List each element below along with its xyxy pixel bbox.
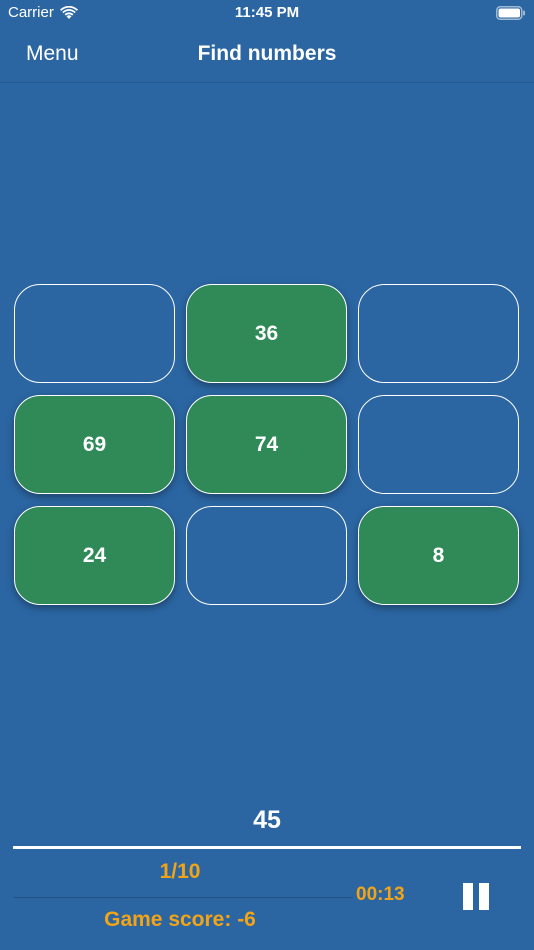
pause-icon	[479, 883, 489, 910]
pause-button[interactable]	[463, 883, 491, 911]
game-score: Game score: -6	[104, 908, 256, 931]
grid-cell[interactable]: 36	[186, 284, 347, 383]
target-number: 45	[253, 806, 281, 834]
divider	[13, 897, 353, 898]
grid-cell[interactable]: 8	[358, 506, 519, 605]
grid-cell[interactable]: 74	[186, 395, 347, 494]
battery-icon	[496, 6, 525, 20]
number-grid: 36 69 74 24 8	[14, 284, 520, 605]
divider	[13, 846, 521, 849]
grid-cell[interactable]	[358, 284, 519, 383]
page-title: Find numbers	[197, 42, 337, 65]
grid-cell[interactable]: 24	[14, 506, 175, 605]
grid-cell[interactable]: 69	[14, 395, 175, 494]
status-bar: Carrier 11:45 PM	[0, 0, 534, 28]
clock: 11:45 PM	[234, 4, 300, 21]
round-progress: 1/10	[159, 860, 201, 883]
grid-cell[interactable]	[14, 284, 175, 383]
navigation-bar: Menu Find numbers	[0, 28, 534, 83]
grid-cell[interactable]	[186, 506, 347, 605]
timer: 00:13	[356, 884, 405, 905]
pause-icon	[463, 883, 473, 910]
grid-cell[interactable]	[358, 395, 519, 494]
